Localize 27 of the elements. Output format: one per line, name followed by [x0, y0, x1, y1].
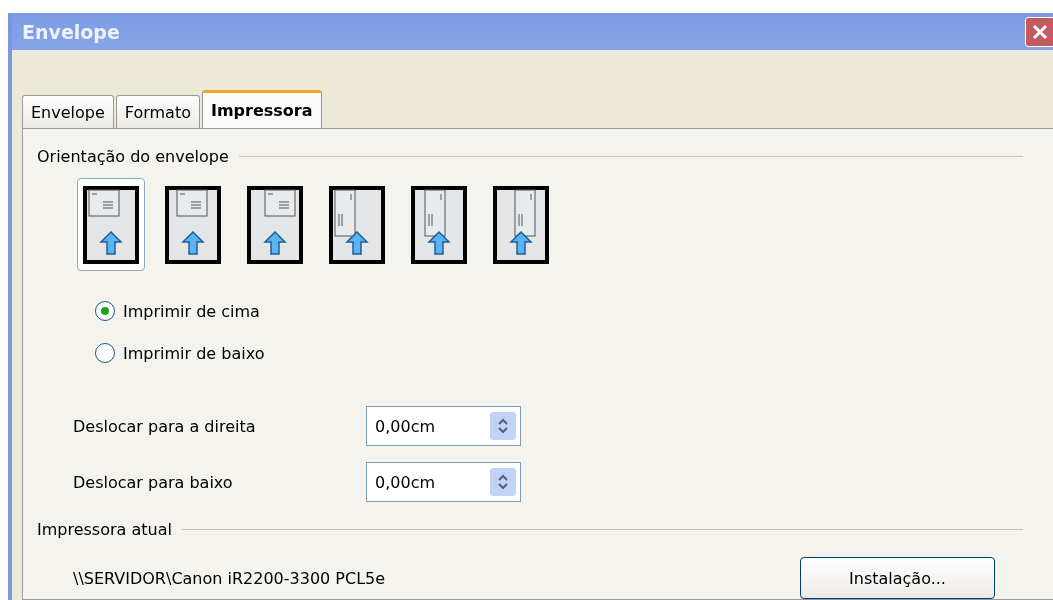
printer-name: \\SERVIDOR\Canon iR2200-3300 PCL5e [73, 568, 386, 588]
spin-arrows-icon[interactable] [490, 468, 516, 496]
envelope-orientation-icon [329, 185, 385, 264]
field-label: Deslocar para a direita [73, 416, 257, 436]
group-title: Impressora atual [37, 520, 172, 539]
spin-field[interactable]: 0,00cm [366, 406, 521, 446]
envelope-orientation-icon [165, 185, 221, 264]
group-title: Orientação do envelope [37, 147, 229, 166]
envelope-orientation-icon [247, 185, 303, 264]
window-title: Envelope [21, 20, 120, 43]
envelope-orientation-icon [493, 185, 549, 264]
setup-button[interactable]: Instalação... [800, 557, 995, 599]
tab[interactable]: Envelope [22, 95, 114, 128]
close-button[interactable] [1025, 16, 1053, 47]
spin-arrows-icon[interactable] [490, 412, 516, 440]
envelope-orientation-icon [411, 185, 467, 264]
close-icon [1031, 22, 1049, 41]
radio-label: Imprimir de baixo [123, 343, 265, 363]
field-label: Deslocar para baixo [73, 472, 234, 492]
spin-field[interactable]: 0,00cm [366, 462, 521, 502]
radio-button[interactable] [95, 301, 115, 321]
radio-label: Imprimir de cima [123, 301, 260, 321]
envelope-orientation-icon [83, 185, 139, 264]
tab[interactable]: Formato [115, 95, 200, 128]
tab[interactable]: Impressora [201, 90, 322, 128]
orientation-option[interactable] [77, 178, 145, 271]
radio-button[interactable] [95, 343, 115, 363]
